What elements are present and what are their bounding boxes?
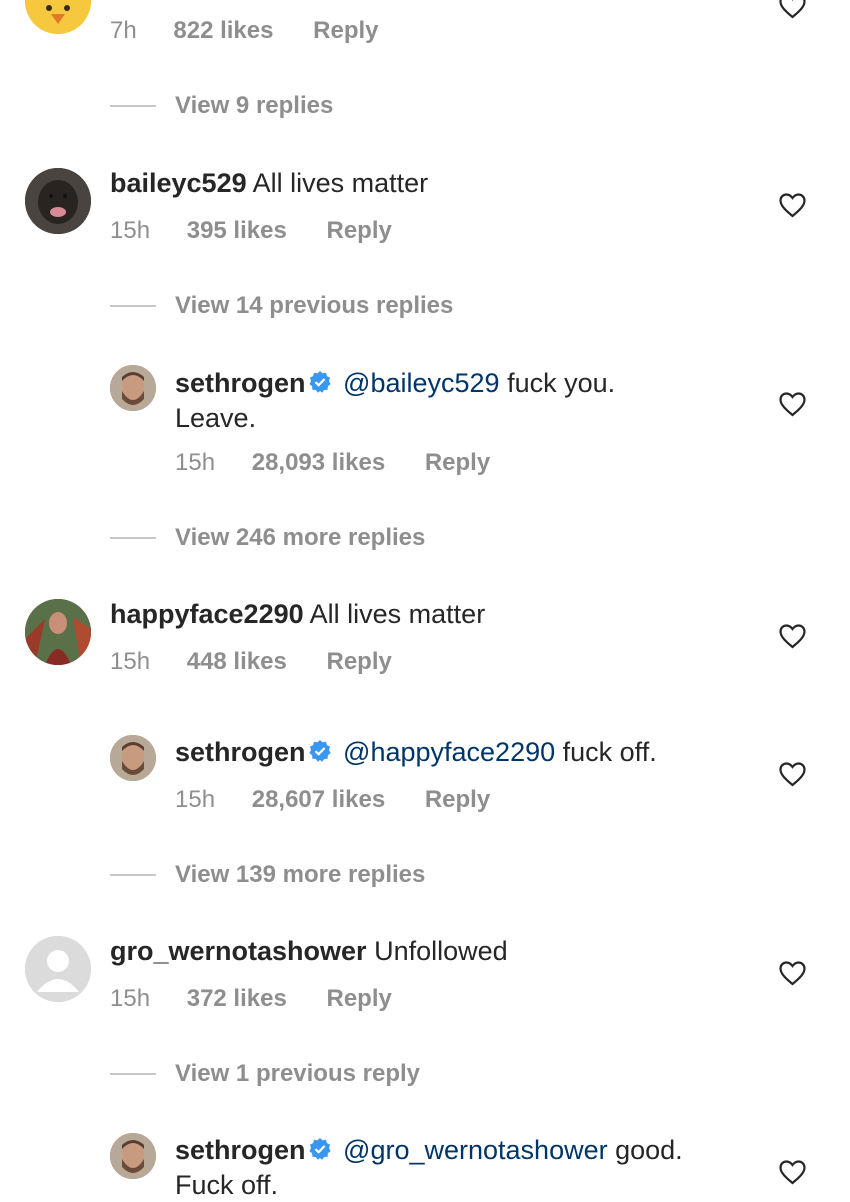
divider xyxy=(110,305,156,307)
reply-body-line2: Fuck off. xyxy=(175,1170,279,1200)
view-replies-label: View 9 replies xyxy=(175,92,334,119)
reply-likes[interactable]: 28,093 likes xyxy=(252,449,385,477)
face-avatar-icon xyxy=(110,1133,156,1179)
comment-text: gro_wernotashower Unfollowed xyxy=(110,935,508,968)
comment-username[interactable]: gro_wernotashower xyxy=(110,936,367,966)
reply-time: 15h xyxy=(175,449,216,476)
face-avatar-icon xyxy=(110,735,156,781)
reply-button[interactable]: Reply xyxy=(326,648,391,676)
reply-text: sethrogen @gro_wernotashower good. Fuck … xyxy=(175,1134,755,1202)
portrait-avatar-icon xyxy=(25,599,91,665)
verified-badge-icon xyxy=(308,1136,332,1169)
avatar[interactable] xyxy=(25,936,91,1002)
reply-mention[interactable]: @gro_wernotashower xyxy=(343,1135,608,1165)
comment-body: Unfollowed xyxy=(374,936,508,966)
reply-mention[interactable]: @happyface2290 xyxy=(343,737,555,767)
comment-time: 15h xyxy=(110,648,151,675)
like-heart-icon[interactable] xyxy=(779,1160,806,1185)
verified-badge-icon xyxy=(308,369,332,402)
reply-body-line1: fuck you. xyxy=(507,368,616,398)
view-more-replies-button[interactable]: View 139 more replies xyxy=(110,861,425,889)
reply-button[interactable]: Reply xyxy=(425,786,490,814)
avatar[interactable] xyxy=(25,599,91,665)
divider xyxy=(110,874,156,876)
divider xyxy=(110,537,156,539)
comment-likes[interactable]: 822 likes xyxy=(173,17,273,45)
divider xyxy=(110,105,156,107)
avatar[interactable] xyxy=(110,735,156,781)
reply-username[interactable]: sethrogen xyxy=(175,1135,306,1165)
reply-likes[interactable]: 28,607 likes xyxy=(252,786,385,814)
comment-likes[interactable]: 448 likes xyxy=(187,648,287,676)
comment-body: All lives matter xyxy=(309,599,486,629)
divider xyxy=(110,1073,156,1075)
reply-button[interactable]: Reply xyxy=(313,17,378,45)
comment-text: baileyc529 All lives matter xyxy=(110,167,428,200)
view-replies-label: View 14 previous replies xyxy=(175,292,454,319)
comment-time: 7h xyxy=(110,17,137,44)
like-heart-icon[interactable] xyxy=(779,0,806,19)
like-heart-icon[interactable] xyxy=(779,193,806,218)
comment-meta: 15h 395 likes Reply xyxy=(110,217,392,245)
comment-body: All lives matter xyxy=(252,168,429,198)
avatar[interactable] xyxy=(110,365,156,411)
comment-username[interactable]: happyface2290 xyxy=(110,599,304,629)
default-user-icon xyxy=(25,936,91,1002)
view-more-replies-label: View 139 more replies xyxy=(175,861,426,888)
dog-avatar-icon xyxy=(25,168,91,234)
comment-meta: 15h 448 likes Reply xyxy=(110,648,392,676)
comment-time: 15h xyxy=(110,217,151,244)
reply-meta: 15h 28,607 likes Reply xyxy=(175,786,490,814)
comment-likes[interactable]: 395 likes xyxy=(187,217,287,245)
reply-text: sethrogen @happyface2290 fuck off. xyxy=(175,736,755,771)
like-heart-icon[interactable] xyxy=(779,392,806,417)
comment-meta: 7h 822 likes Reply xyxy=(110,17,379,45)
like-heart-icon[interactable] xyxy=(779,762,806,787)
avatar[interactable] xyxy=(25,0,91,34)
comment-text: happyface2290 All lives matter xyxy=(110,598,485,631)
view-replies-button[interactable]: View 14 previous replies xyxy=(110,292,453,320)
reply-mention[interactable]: @baileyc529 xyxy=(343,368,500,398)
reply-username[interactable]: sethrogen xyxy=(175,737,306,767)
view-replies-label: View 1 previous reply xyxy=(175,1060,421,1087)
reply-body-line1: good. xyxy=(615,1135,683,1165)
comment-username[interactable]: baileyc529 xyxy=(110,168,247,198)
reply-text: sethrogen @baileyc529 fuck you. Leave. xyxy=(175,367,755,435)
reply-time: 15h xyxy=(175,786,216,813)
reply-button[interactable]: Reply xyxy=(326,217,391,245)
bird-avatar-icon xyxy=(25,0,91,34)
view-more-replies-label: View 246 more replies xyxy=(175,524,426,551)
reply-body-line2: Leave. xyxy=(175,403,257,433)
reply-body-line1: fuck off. xyxy=(562,737,657,767)
avatar[interactable] xyxy=(110,1133,156,1179)
face-avatar-icon xyxy=(110,365,156,411)
verified-badge-icon xyxy=(308,738,332,771)
comment-time: 15h xyxy=(110,985,151,1012)
reply-button[interactable]: Reply xyxy=(425,449,490,477)
reply-username[interactable]: sethrogen xyxy=(175,368,306,398)
reply-meta: 15h 28,093 likes Reply xyxy=(175,449,490,477)
like-heart-icon[interactable] xyxy=(779,624,806,649)
comment-likes[interactable]: 372 likes xyxy=(187,985,287,1013)
comment-meta: 15h 372 likes Reply xyxy=(110,985,392,1013)
avatar[interactable] xyxy=(25,168,91,234)
view-replies-button[interactable]: View 9 replies xyxy=(110,92,333,120)
view-more-replies-button[interactable]: View 246 more replies xyxy=(110,524,425,552)
view-replies-button[interactable]: View 1 previous reply xyxy=(110,1060,420,1088)
reply-button[interactable]: Reply xyxy=(326,985,391,1013)
like-heart-icon[interactable] xyxy=(779,961,806,986)
